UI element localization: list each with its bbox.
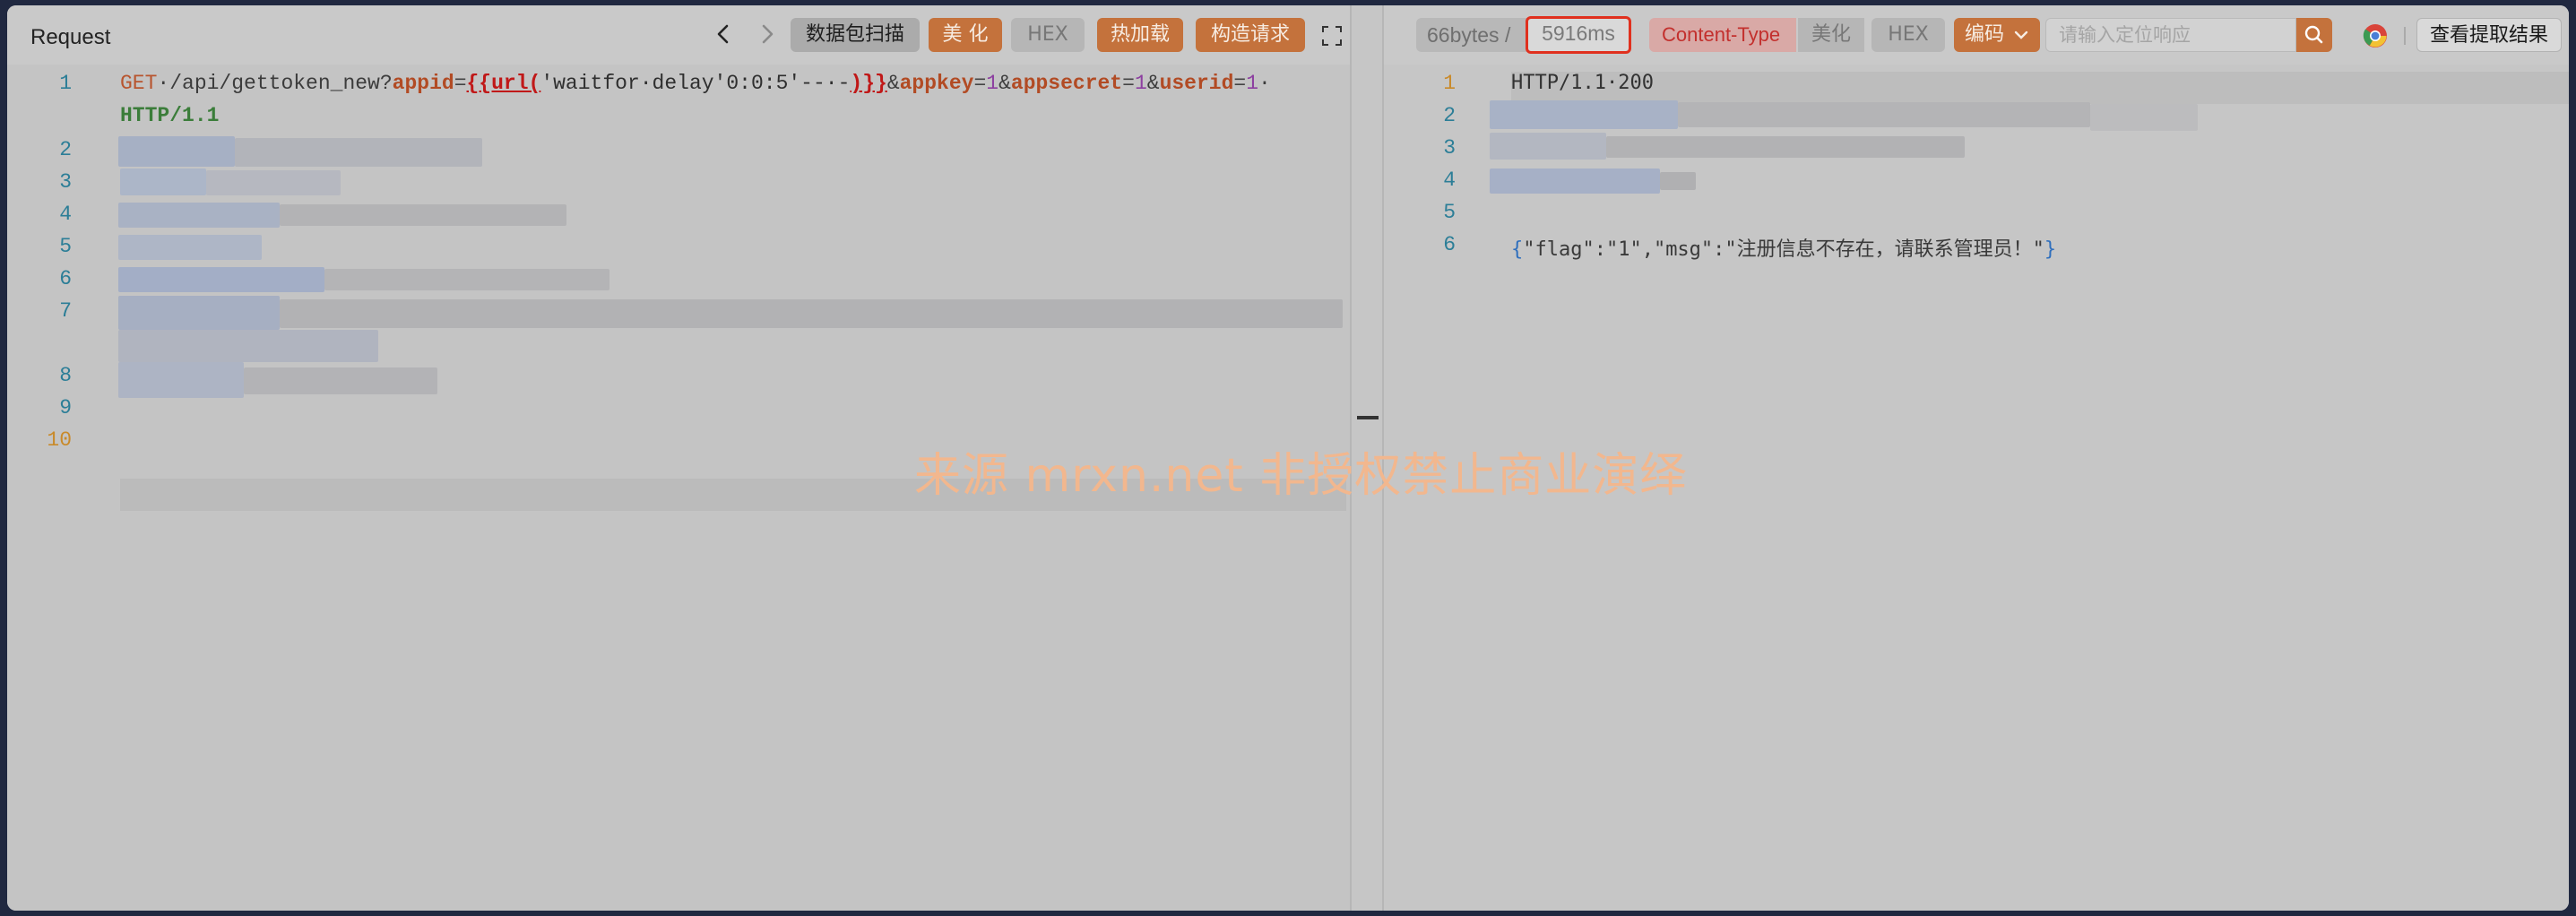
beautify-button[interactable]: 美 化: [929, 18, 1002, 52]
response-size: 66bytes /: [1416, 18, 1538, 52]
equals-sign: =: [1122, 72, 1135, 95]
search-field[interactable]: [2045, 18, 2296, 52]
line-number: 1: [1443, 72, 1456, 95]
line-number: 3: [1443, 136, 1456, 160]
response-hex-button[interactable]: HEX: [1871, 18, 1945, 52]
response-size-value: 66bytes: [1427, 23, 1500, 47]
line-number: 9: [59, 396, 72, 419]
encoding-dropdown[interactable]: 编码: [1954, 18, 2040, 52]
status-line: HTTP/1.1·200: [1511, 72, 1654, 94]
json-open-brace: {: [1511, 238, 1524, 261]
line-number: 6: [1443, 233, 1456, 256]
current-line-highlight: [1511, 72, 2569, 104]
json-content: "flag":"1","msg":"注册信息不存在，请联系管理员！": [1523, 238, 2044, 261]
search-input[interactable]: [2046, 19, 2295, 51]
line-number: 4: [1443, 169, 1456, 192]
line-number: 2: [1443, 104, 1456, 127]
response-time: 5916ms: [1526, 16, 1631, 54]
request-title: Request: [30, 25, 111, 49]
ampersand: &: [998, 72, 1011, 95]
line-number: 3: [59, 170, 72, 194]
chevron-left-icon[interactable]: [708, 18, 740, 50]
view-extract-results-button[interactable]: 查看提取结果: [2416, 18, 2562, 52]
line-number: 8: [59, 364, 72, 387]
param-userid: userid: [1159, 72, 1234, 95]
search-button[interactable]: [2296, 18, 2332, 52]
content-type-button[interactable]: Content-Type: [1649, 18, 1796, 52]
chevron-down-icon: [2014, 30, 2028, 39]
equals-sign: =: [1233, 72, 1247, 95]
http-method: GET: [120, 72, 158, 95]
chevron-right-icon[interactable]: [751, 18, 783, 50]
splitter-handle[interactable]: [1357, 416, 1379, 419]
line-number: 5: [1443, 201, 1456, 224]
construct-request-button[interactable]: 构造请求: [1196, 18, 1305, 52]
param-appsecret: appsecret: [1010, 72, 1123, 95]
toolbar-divider: [2404, 27, 2406, 45]
encoding-label: 编码: [1965, 23, 2005, 46]
http-version: HTTP/1.1: [120, 104, 220, 127]
payload-close: )}}: [850, 72, 887, 95]
request-path: ·/api/gettoken_new?: [157, 72, 393, 95]
app-window: Request 数据包扫描 美 化 HEX 热加载 构造请求 1 2 3 4 5…: [7, 5, 2569, 911]
fullscreen-icon[interactable]: [1321, 25, 1343, 47]
chrome-icon[interactable]: [2363, 23, 2388, 48]
response-beautify-button[interactable]: 美化: [1798, 18, 1864, 52]
equals-sign: =: [973, 72, 987, 95]
response-body: {"flag":"1","msg":"注册信息不存在，请联系管理员！"}: [1511, 233, 2056, 262]
value-appsecret: 1: [1134, 72, 1147, 95]
response-toolbar: 66bytes / 5916ms Content-Type 美化 HEX 编码: [1384, 5, 2569, 65]
hex-button[interactable]: HEX: [1011, 18, 1085, 52]
separator: /: [1504, 23, 1511, 47]
payload-string: 'waitfor·delay'0:0:5'--·-: [540, 72, 851, 95]
request-toolbar: Request 数据包扫描 美 化 HEX 热加载 构造请求: [7, 5, 1350, 65]
line-number: 2: [59, 138, 72, 161]
search-icon: [2304, 25, 2323, 44]
request-line: GET·/api/gettoken_new?appid={{url('waitf…: [120, 72, 1271, 95]
ampersand: &: [886, 72, 900, 95]
hot-load-button[interactable]: 热加载: [1097, 18, 1183, 52]
line-number: 5: [59, 235, 72, 258]
line-number: 4: [59, 203, 72, 226]
ampersand: &: [1146, 72, 1160, 95]
watermark-text: 来源 mrxn.net 非授权禁止商业演绎: [914, 449, 1688, 503]
line-number: 1: [59, 72, 72, 95]
line-number: 10: [47, 428, 72, 452]
trailing-space: ·: [1258, 72, 1271, 95]
equals-sign: =: [454, 72, 467, 95]
json-close-brace: }: [2044, 238, 2057, 261]
line-number: 7: [59, 299, 72, 323]
value-appkey: 1: [986, 72, 999, 95]
param-appkey: appkey: [899, 72, 974, 95]
line-number: 6: [59, 267, 72, 290]
value-userid: 1: [1246, 72, 1259, 95]
payload-open: {{url(: [466, 72, 541, 95]
packet-scan-button[interactable]: 数据包扫描: [791, 18, 920, 52]
param-appid: appid: [392, 72, 454, 95]
